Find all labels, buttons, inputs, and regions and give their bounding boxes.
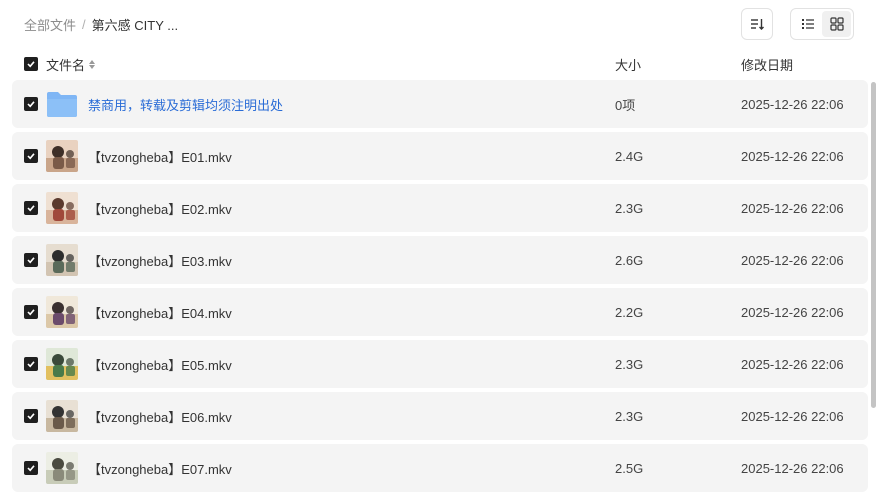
file-name: 【tvzongheba】E04.mkv (88, 305, 232, 321)
row-checkbox[interactable] (24, 97, 38, 111)
folder-name-link[interactable]: 禁商用，转载及剪辑均须注明出处 (88, 95, 283, 114)
video-thumbnail (46, 452, 78, 484)
file-size: 0项 (615, 97, 636, 113)
file-name: 【tvzongheba】E07.mkv (88, 461, 232, 477)
file-row[interactable]: 【tvzongheba】E01.mkv 2.4G 2025-12-26 22:06 (12, 132, 868, 180)
breadcrumb-root-link[interactable]: 全部文件 (24, 15, 76, 34)
check-icon (27, 257, 35, 264)
video-thumbnail (46, 348, 78, 380)
file-name: 【tvzongheba】E03.mkv (88, 253, 232, 269)
file-size: 2.3G (615, 200, 644, 216)
file-row[interactable]: 【tvzongheba】E04.mkv 2.2G 2025-12-26 22:06 (12, 288, 868, 336)
file-name: 【tvzongheba】E02.mkv (88, 201, 232, 217)
check-icon (27, 153, 35, 160)
row-checkbox[interactable] (24, 149, 38, 163)
select-all-checkbox[interactable] (24, 57, 38, 71)
file-row[interactable]: 禁商用，转载及剪辑均须注明出处 0项 2025-12-26 22:06 (12, 80, 868, 128)
file-date: 2025-12-26 22:06 (741, 148, 844, 164)
file-list: 禁商用，转载及剪辑均须注明出处 0项 2025-12-26 22:06 【tvzong… (12, 80, 868, 495)
check-icon (27, 361, 35, 368)
file-size: 2.4G (615, 148, 644, 164)
breadcrumb-separator: / (82, 16, 86, 32)
check-icon (27, 61, 35, 68)
view-controls (741, 8, 854, 40)
file-size: 2.6G (615, 252, 644, 268)
sort-button[interactable] (741, 8, 773, 40)
list-view-button[interactable] (793, 11, 822, 37)
video-thumbnail (46, 140, 78, 172)
video-thumbnail (46, 244, 78, 276)
row-checkbox[interactable] (24, 409, 38, 423)
name-header-label: 文件名 (46, 57, 86, 73)
row-checkbox[interactable] (24, 201, 38, 215)
check-icon (27, 205, 35, 212)
sort-list-icon (751, 19, 764, 30)
list-view-icon (801, 19, 814, 29)
file-size: 2.3G (615, 408, 644, 424)
scrollbar[interactable] (871, 82, 876, 408)
file-size: 2.5G (615, 460, 644, 476)
check-icon (27, 413, 35, 420)
file-date: 2025-12-26 22:06 (741, 408, 844, 424)
row-checkbox[interactable] (24, 357, 38, 371)
check-icon (27, 309, 35, 316)
breadcrumb-current: 第六感 CITY ... (91, 17, 179, 33)
file-date: 2025-12-26 22:06 (741, 200, 844, 216)
file-row[interactable]: 【tvzongheba】E02.mkv 2.3G 2025-12-26 22:06 (12, 184, 868, 232)
grid-view-button[interactable] (822, 11, 851, 37)
file-name: 【tvzongheba】E06.mkv (88, 409, 232, 425)
check-icon (27, 465, 35, 472)
size-column-header: 大小 (615, 57, 642, 73)
file-date: 2025-12-26 22:06 (741, 356, 844, 372)
sort-arrows-icon (89, 59, 96, 69)
grid-view-icon (829, 17, 844, 31)
file-name: 【tvzongheba】E05.mkv (88, 357, 232, 373)
file-size: 2.2G (615, 304, 644, 320)
date-column-header: 修改日期 (741, 57, 794, 73)
file-date: 2025-12-26 22:06 (741, 96, 844, 112)
folder-icon (47, 92, 77, 117)
file-name: 【tvzongheba】E01.mkv (88, 149, 232, 165)
file-row[interactable]: 【tvzongheba】E03.mkv 2.6G 2025-12-26 22:06 (12, 236, 868, 284)
row-checkbox[interactable] (24, 253, 38, 267)
file-list-header: 文件名 大小 修改日期 (12, 52, 868, 76)
check-icon (27, 101, 35, 108)
row-checkbox[interactable] (24, 461, 38, 475)
file-row[interactable]: 【tvzongheba】E05.mkv 2.3G 2025-12-26 22:06 (12, 340, 868, 388)
file-date: 2025-12-26 22:06 (741, 460, 844, 476)
file-date: 2025-12-26 22:06 (741, 304, 844, 320)
file-date: 2025-12-26 22:06 (741, 252, 844, 268)
video-thumbnail (46, 296, 78, 328)
row-checkbox[interactable] (24, 305, 38, 319)
video-thumbnail (46, 192, 78, 224)
breadcrumb: 全部文件 / 第六感 CITY ... (24, 14, 178, 34)
file-row[interactable]: 【tvzongheba】E07.mkv 2.5G 2025-12-26 22:06 (12, 444, 868, 492)
file-size: 2.3G (615, 356, 644, 372)
file-row[interactable]: 【tvzongheba】E06.mkv 2.3G 2025-12-26 22:06 (12, 392, 868, 440)
view-toggle-group (790, 8, 854, 40)
video-thumbnail (46, 400, 78, 432)
